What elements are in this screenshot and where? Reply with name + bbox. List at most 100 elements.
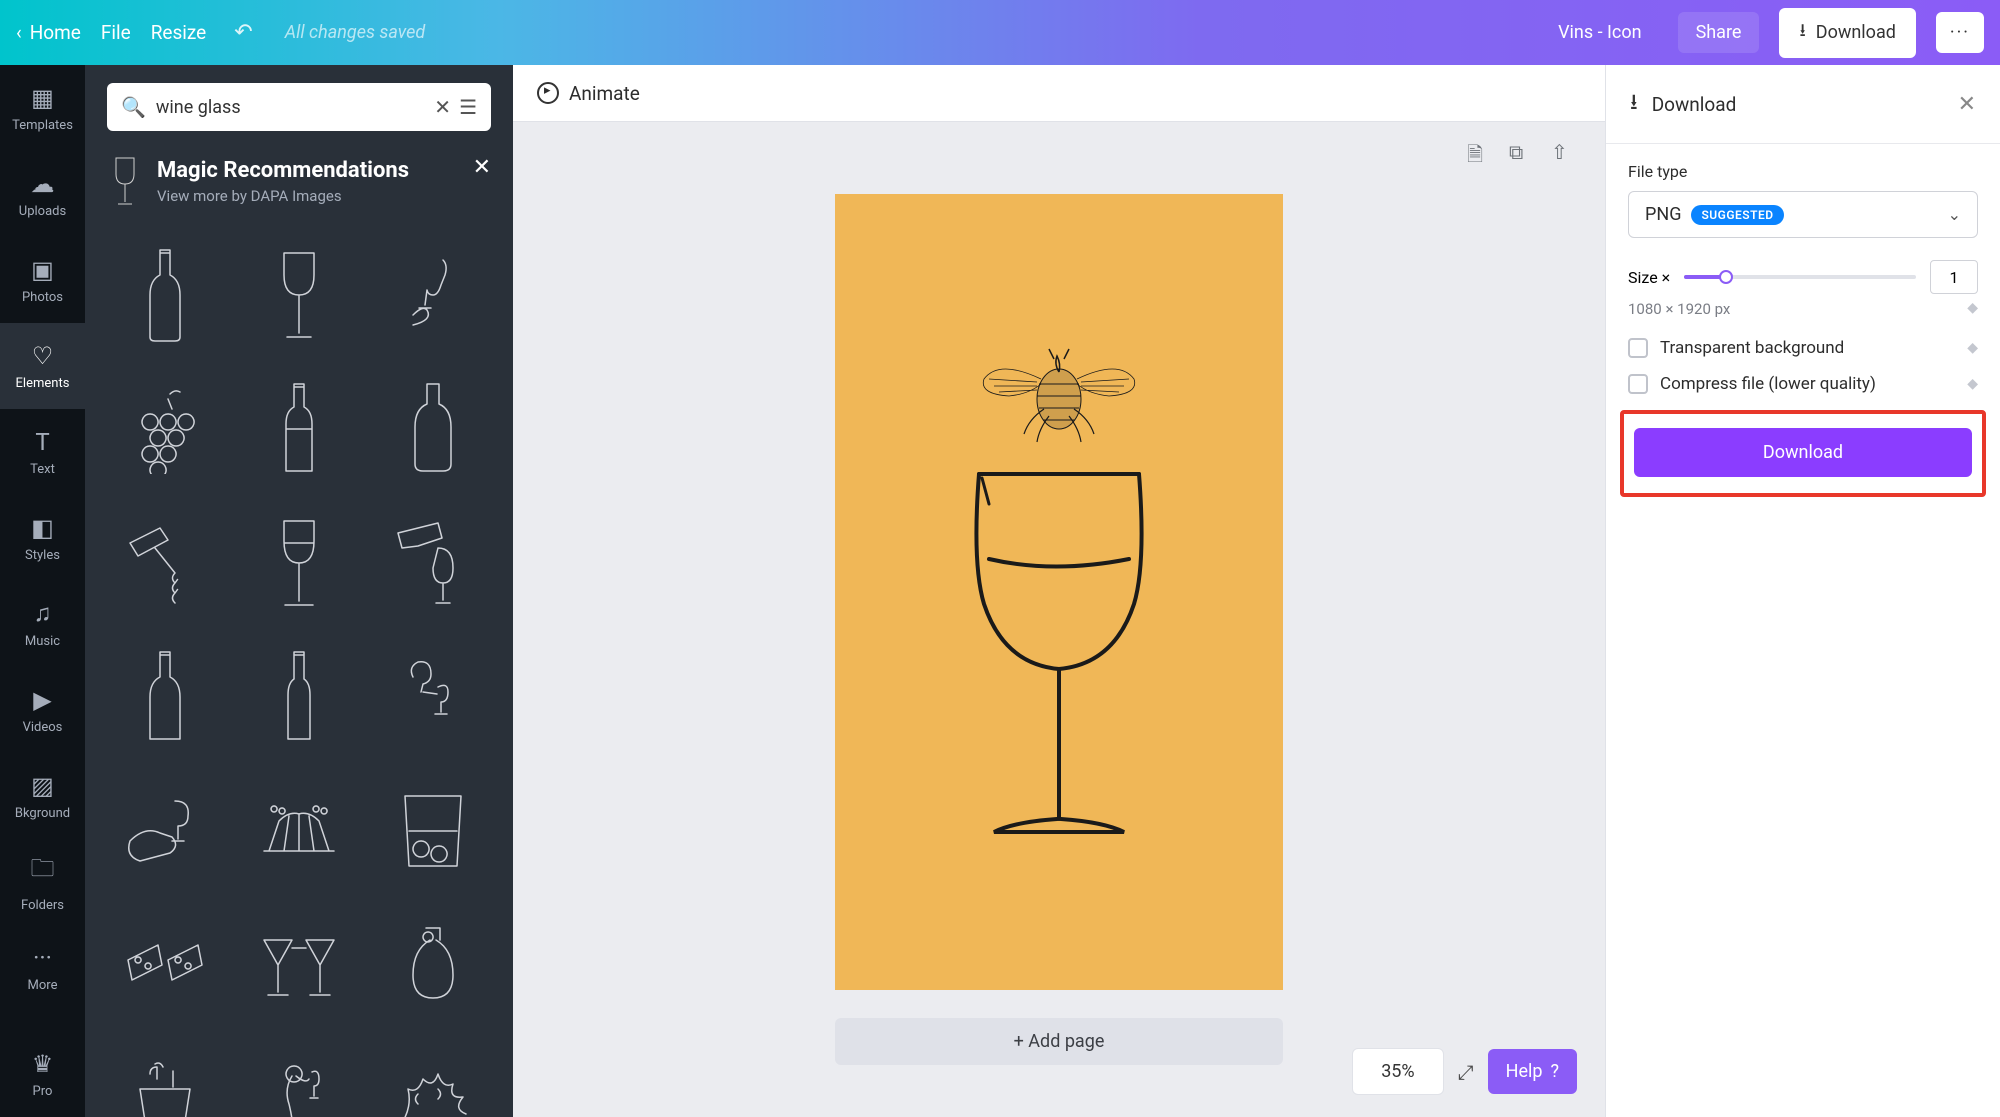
nav-templates[interactable]: ▦ Templates <box>0 65 85 151</box>
element-wine-bottle[interactable] <box>103 233 227 357</box>
element-cheese[interactable] <box>103 903 227 1027</box>
download-cta-button[interactable]: Download <box>1634 428 1972 477</box>
nav-music[interactable]: ♫ Music <box>0 581 85 667</box>
elements-grid <box>85 217 513 1117</box>
templates-icon: ▦ <box>31 84 54 112</box>
nav-rail: ▦ Templates ☁Uploads ▣Photos ♡Elements TT… <box>0 65 85 1117</box>
nav-styles[interactable]: ◧Styles <box>0 495 85 581</box>
download-icon: ⭳ <box>1799 18 1805 48</box>
more-menu-button[interactable]: ··· <box>1936 12 1984 53</box>
text-icon: T <box>35 428 49 456</box>
element-woman-wine[interactable] <box>237 1037 361 1117</box>
element-bottle-2[interactable] <box>237 367 361 491</box>
recommendation-thumb <box>107 153 143 209</box>
design-page[interactable] <box>835 194 1283 990</box>
chevron-left-icon: ‹ <box>16 21 22 44</box>
pro-diamond-icon: ◆ <box>1967 340 1978 356</box>
help-button[interactable]: Help ? <box>1488 1049 1577 1094</box>
nav-uploads[interactable]: ☁Uploads <box>0 151 85 237</box>
uploads-icon: ☁ <box>31 170 55 198</box>
app-header: ‹ Home File Resize ↶ All changes saved V… <box>0 0 2000 65</box>
canvas-bee-element[interactable] <box>969 324 1149 449</box>
element-grapes[interactable] <box>103 367 227 491</box>
element-bottle-4[interactable] <box>103 635 227 759</box>
nav-label: Videos <box>23 720 63 735</box>
element-pouring-wine[interactable] <box>371 501 495 625</box>
filter-icon[interactable]: ☰ <box>459 95 477 119</box>
canvas-scroll[interactable]: 🗎 ⧉ ⇧ <box>513 122 1605 1117</box>
size-slider[interactable] <box>1684 275 1916 279</box>
element-corkscrew[interactable] <box>103 501 227 625</box>
undo-icon[interactable]: ↶ <box>234 20 252 45</box>
nav-pro[interactable]: ♛Pro <box>0 1031 85 1117</box>
folders-icon: 🗀 <box>31 851 55 892</box>
download-icon: ⭳ <box>1630 85 1638 123</box>
home-label: Home <box>30 21 81 44</box>
transparent-bg-label: Transparent background <box>1660 338 1844 358</box>
element-ice-bucket[interactable] <box>103 1037 227 1117</box>
element-vineyard[interactable] <box>237 769 361 893</box>
transparent-bg-checkbox[interactable] <box>1628 338 1648 358</box>
music-icon: ♫ <box>34 599 52 628</box>
compress-checkbox[interactable] <box>1628 374 1648 394</box>
add-page-button[interactable]: + Add page <box>835 1018 1283 1065</box>
search-input[interactable] <box>146 97 426 118</box>
search-box: 🔍 ✕ ☰ <box>107 83 491 131</box>
duplicate-page-icon[interactable]: ⧉ <box>1509 140 1531 162</box>
element-person-drinking[interactable] <box>371 635 495 759</box>
elements-panel: 🔍 ✕ ☰ Magic Recommendations View more by… <box>85 65 513 1117</box>
zoom-level[interactable]: 35% <box>1352 1048 1443 1095</box>
size-input[interactable] <box>1930 260 1978 294</box>
element-bottle-3[interactable] <box>371 367 495 491</box>
download-top-button[interactable]: ⭳ Download <box>1779 8 1915 58</box>
file-type-select[interactable]: PNG SUGGESTED ⌄ <box>1628 191 1978 238</box>
suggested-badge: SUGGESTED <box>1691 205 1783 225</box>
nav-folders[interactable]: 🗀 Folders <box>0 839 85 925</box>
upload-page-icon[interactable]: ⇧ <box>1551 140 1573 162</box>
element-decanter[interactable] <box>371 903 495 1027</box>
clear-search-icon[interactable]: ✕ <box>434 95 451 119</box>
styles-icon: ◧ <box>31 514 54 542</box>
close-recommendations-icon[interactable]: ✕ <box>473 155 491 180</box>
file-menu[interactable]: File <box>101 21 131 44</box>
nav-label: Bkground <box>15 806 70 821</box>
nav-elements[interactable]: ♡Elements <box>0 323 85 409</box>
nav-label: Folders <box>21 898 64 913</box>
nav-more[interactable]: ···More <box>0 925 85 1011</box>
share-button[interactable]: Share <box>1678 12 1760 53</box>
nav-bkground[interactable]: ▨ Bkground <box>0 753 85 839</box>
nav-label: Pro <box>33 1084 53 1099</box>
element-whiskey-glass[interactable] <box>371 769 495 893</box>
project-name[interactable]: Vins - Icon <box>1558 22 1642 43</box>
nav-label: Music <box>25 634 60 649</box>
element-wine-glass-2[interactable] <box>237 501 361 625</box>
element-hand-glass[interactable] <box>371 233 495 357</box>
resize-menu[interactable]: Resize <box>151 21 207 44</box>
canvas-area: Animate 🗎 ⧉ ⇧ <box>513 65 1605 1117</box>
recommendations-header: Magic Recommendations View more by DAPA … <box>85 149 513 217</box>
nav-label: More <box>28 978 58 993</box>
canvas-toolbar: Animate <box>513 65 1605 122</box>
nav-photos[interactable]: ▣Photos <box>0 237 85 323</box>
nav-label: Templates <box>12 118 73 133</box>
element-vine-leaves[interactable] <box>371 1037 495 1117</box>
canvas-wine-glass-element[interactable] <box>954 464 1164 844</box>
help-question-icon: ? <box>1550 1061 1559 1082</box>
recommendations-subtitle[interactable]: View more by DAPA Images <box>157 187 491 205</box>
notes-icon[interactable]: 🗎 <box>1467 140 1489 162</box>
fullscreen-icon[interactable]: ⤢ <box>1458 1060 1474 1084</box>
element-wine-glass[interactable] <box>237 233 361 357</box>
nav-text[interactable]: TText <box>0 409 85 495</box>
element-bottle-5[interactable] <box>237 635 361 759</box>
close-download-panel-icon[interactable]: ✕ <box>1958 92 1976 117</box>
animate-icon <box>537 82 559 104</box>
element-martini-cheers[interactable] <box>237 903 361 1027</box>
element-hand-wine[interactable] <box>103 769 227 893</box>
bkground-icon: ▨ <box>31 772 54 800</box>
search-icon: 🔍 <box>121 95 146 119</box>
home-button[interactable]: ‹ Home <box>16 21 81 44</box>
nav-videos[interactable]: ▶Videos <box>0 667 85 753</box>
nav-label: Elements <box>16 376 70 391</box>
compress-label: Compress file (lower quality) <box>1660 374 1876 394</box>
animate-button[interactable]: Animate <box>537 82 640 105</box>
